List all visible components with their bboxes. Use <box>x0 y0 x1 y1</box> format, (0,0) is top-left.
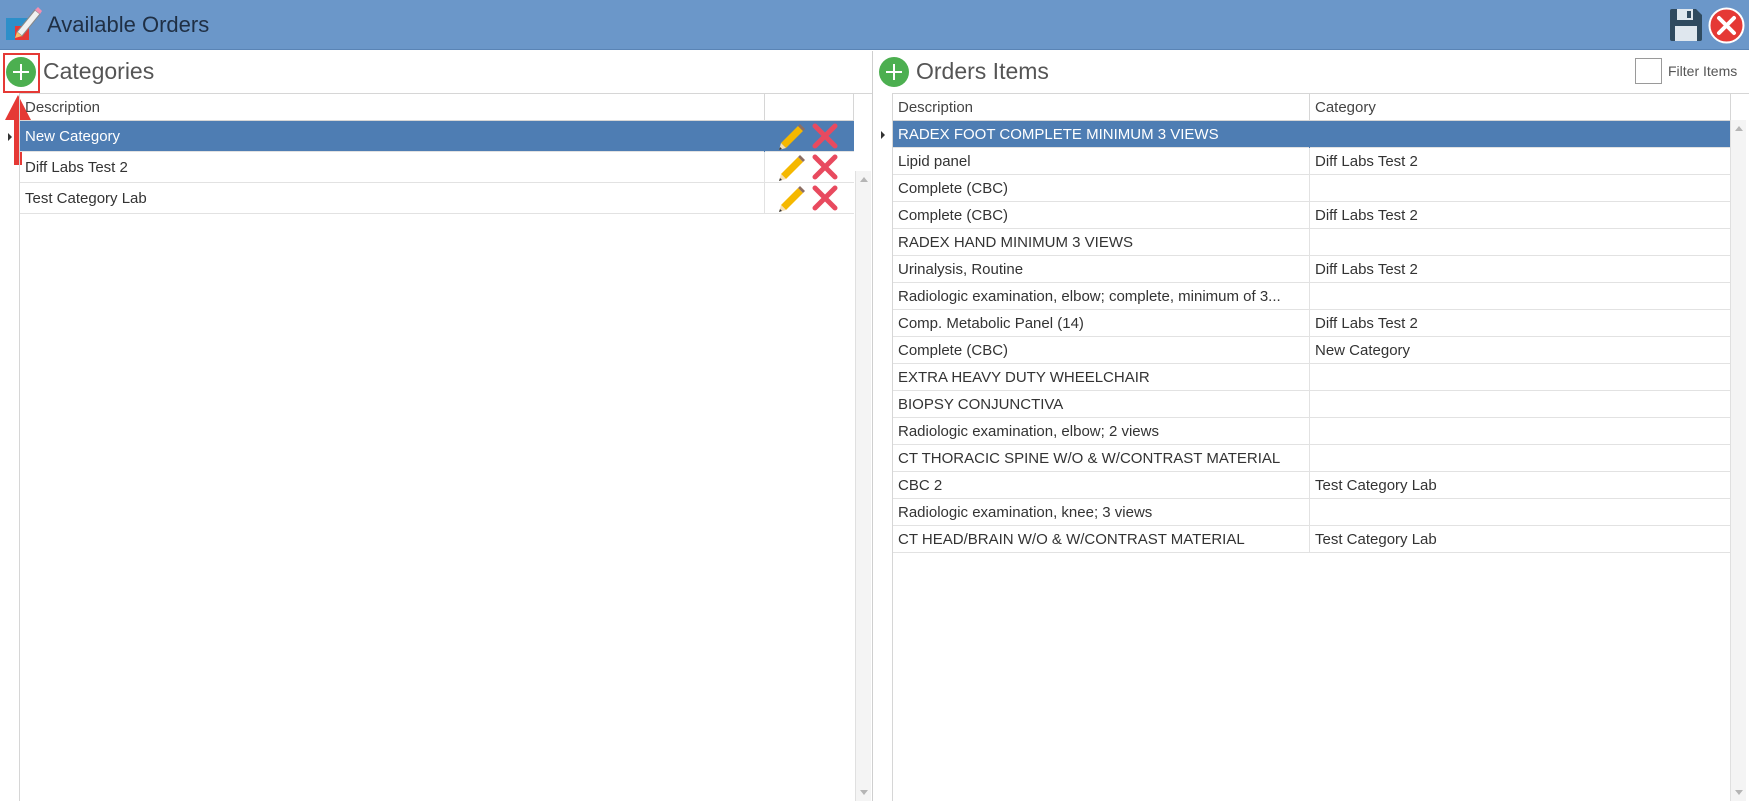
order-category-cell[interactable] <box>1310 391 1731 418</box>
column-header-actions <box>765 94 854 121</box>
order-item-row[interactable]: Radiologic examination, elbow; 2 views <box>893 418 1731 445</box>
order-description-cell[interactable]: CBC 2 <box>893 472 1310 499</box>
delete-x-icon[interactable] <box>810 121 840 151</box>
categories-panel: Categories Description New Category Diff … <box>0 51 873 801</box>
order-description-cell[interactable]: Complete (CBC) <box>893 337 1310 364</box>
category-description-cell[interactable]: Test Category Lab <box>20 183 765 214</box>
app-pencil-icon <box>6 7 42 40</box>
order-category-cell[interactable] <box>1310 418 1731 445</box>
categories-scrollbar[interactable] <box>855 171 871 801</box>
order-category-cell[interactable]: Diff Labs Test 2 <box>1310 310 1731 337</box>
order-description-cell[interactable]: Lipid panel <box>893 148 1310 175</box>
category-row[interactable]: Diff Labs Test 2 <box>20 152 854 183</box>
orders-header: Orders Items <box>873 51 1749 93</box>
scroll-down-arrow-icon[interactable] <box>1735 790 1743 795</box>
order-item-row[interactable]: CT THORACIC SPINE W/O & W/CONTRAST MATER… <box>893 445 1731 472</box>
window-title: Available Orders <box>47 12 210 37</box>
order-description-cell[interactable]: Complete (CBC) <box>893 202 1310 229</box>
orders-title: Orders Items <box>916 58 1049 84</box>
order-category-cell[interactable]: Test Category Lab <box>1310 526 1731 553</box>
orders-panel: Orders Items Description Category RADEX … <box>873 51 1749 801</box>
category-row[interactable]: New Category <box>8 121 854 152</box>
order-description-cell[interactable]: CT THORACIC SPINE W/O & W/CONTRAST MATER… <box>893 445 1310 472</box>
order-item-row[interactable]: RADEX HAND MINIMUM 3 VIEWS <box>893 229 1731 256</box>
order-category-cell[interactable] <box>1310 364 1731 391</box>
order-category-cell[interactable] <box>1310 499 1731 526</box>
order-item-row[interactable]: BIOPSY CONJUNCTIVA <box>893 391 1731 418</box>
order-category-cell[interactable] <box>1310 445 1731 472</box>
column-header-description[interactable]: Description <box>893 94 1310 121</box>
order-description-cell[interactable]: Comp. Metabolic Panel (14) <box>893 310 1310 337</box>
scroll-up-arrow-icon[interactable] <box>1735 126 1743 131</box>
edit-pencil-icon[interactable] <box>777 152 807 182</box>
categories-header: Categories <box>0 51 873 93</box>
save-disk-icon[interactable] <box>1668 7 1704 43</box>
category-row[interactable]: Test Category Lab <box>20 183 854 214</box>
order-description-cell[interactable]: RADEX HAND MINIMUM 3 VIEWS <box>893 229 1310 256</box>
category-description-cell[interactable]: Diff Labs Test 2 <box>20 152 765 183</box>
order-item-row[interactable]: Complete (CBC) Diff Labs Test 2 <box>893 202 1731 229</box>
close-red-icon[interactable] <box>1708 7 1745 44</box>
order-description-cell[interactable]: Urinalysis, Routine <box>893 256 1310 283</box>
order-category-cell[interactable] <box>1310 229 1731 256</box>
order-description-cell[interactable]: EXTRA HEAVY DUTY WHEELCHAIR <box>893 364 1310 391</box>
column-header-description[interactable]: Description <box>20 94 765 121</box>
order-category-cell[interactable]: Test Category Lab <box>1310 472 1731 499</box>
order-description-cell[interactable]: Radiologic examination, elbow; complete,… <box>893 283 1310 310</box>
edit-pencil-icon[interactable] <box>777 183 807 213</box>
order-category-cell[interactable]: Diff Labs Test 2 <box>1310 202 1731 229</box>
order-item-row[interactable]: CT HEAD/BRAIN W/O & W/CONTRAST MATERIAL T… <box>893 526 1731 553</box>
delete-x-icon[interactable] <box>810 183 840 213</box>
orders-scrollbar[interactable] <box>1730 120 1746 801</box>
filter-items-checkbox[interactable] <box>1635 58 1662 84</box>
categories-title: Categories <box>43 58 155 84</box>
categories-grid-header: Description <box>20 94 854 121</box>
scroll-down-arrow-icon[interactable] <box>860 790 868 795</box>
order-item-row[interactable]: Radiologic examination, elbow; complete,… <box>893 283 1731 310</box>
categories-grid: Description New Category Diff Labs Test 2… <box>8 93 872 801</box>
order-description-cell[interactable]: Radiologic examination, elbow; 2 views <box>893 418 1310 445</box>
order-item-row[interactable]: Complete (CBC) <box>893 175 1731 202</box>
order-description-cell[interactable]: Complete (CBC) <box>893 175 1310 202</box>
order-description-cell[interactable]: CT HEAD/BRAIN W/O & W/CONTRAST MATERIAL <box>893 526 1310 553</box>
order-description-cell[interactable]: BIOPSY CONJUNCTIVA <box>893 391 1310 418</box>
current-row-indicator-icon <box>8 132 12 141</box>
order-category-cell[interactable]: Diff Labs Test 2 <box>1310 148 1731 175</box>
order-category-cell[interactable] <box>1310 283 1731 310</box>
scroll-up-arrow-icon[interactable] <box>860 177 868 182</box>
highlight-box <box>3 53 40 93</box>
order-item-row[interactable]: Lipid panel Diff Labs Test 2 <box>893 148 1731 175</box>
order-category-cell[interactable]: New Category <box>1310 337 1731 364</box>
order-item-row[interactable]: CBC 2 Test Category Lab <box>893 472 1731 499</box>
current-row-indicator-icon <box>881 130 885 139</box>
orders-grid-header: Description Category <box>893 94 1731 121</box>
add-order-item-button[interactable] <box>879 57 909 87</box>
order-item-row[interactable]: Comp. Metabolic Panel (14) Diff Labs Test… <box>893 310 1731 337</box>
order-category-cell[interactable]: Diff Labs Test 2 <box>1310 256 1731 283</box>
order-category-cell[interactable] <box>1310 121 1731 148</box>
edit-pencil-icon[interactable] <box>777 121 807 151</box>
delete-x-icon[interactable] <box>810 152 840 182</box>
category-description-cell[interactable]: New Category <box>20 121 765 152</box>
order-item-row[interactable]: Complete (CBC) New Category <box>893 337 1731 364</box>
order-item-row[interactable]: Urinalysis, Routine Diff Labs Test 2 <box>893 256 1731 283</box>
orders-grid: Description Category RADEX FOOT COMPLETE… <box>881 93 1749 801</box>
order-category-cell[interactable] <box>1310 175 1731 202</box>
order-description-cell[interactable]: Radiologic examination, knee; 3 views <box>893 499 1310 526</box>
order-item-row[interactable]: RADEX FOOT COMPLETE MINIMUM 3 VIEWS <box>881 121 1731 148</box>
column-header-category[interactable]: Category <box>1310 94 1731 121</box>
order-description-cell[interactable]: RADEX FOOT COMPLETE MINIMUM 3 VIEWS <box>893 121 1310 148</box>
filter-items-label: Filter Items <box>1668 63 1738 79</box>
title-bar: Available Orders <box>0 0 1749 50</box>
order-item-row[interactable]: EXTRA HEAVY DUTY WHEELCHAIR <box>893 364 1731 391</box>
order-item-row[interactable]: Radiologic examination, knee; 3 views <box>893 499 1731 526</box>
